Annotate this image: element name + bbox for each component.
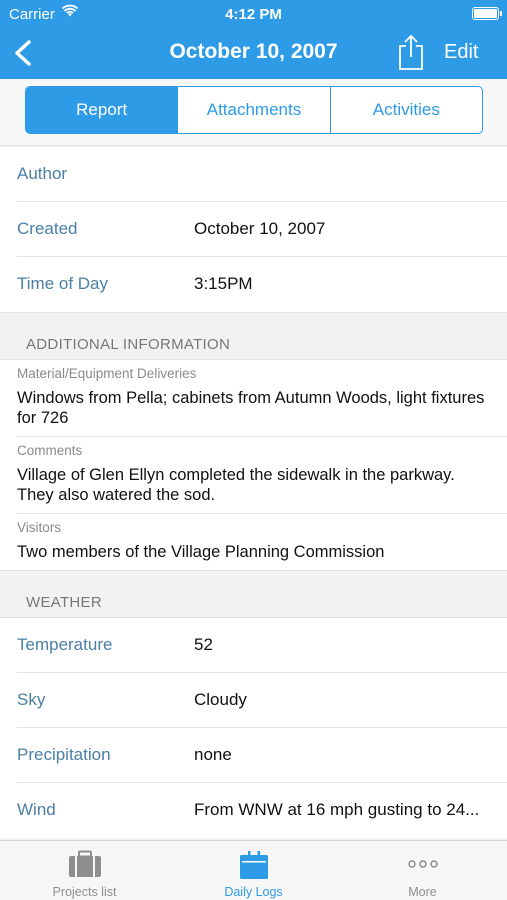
tab-more-label: More	[408, 885, 437, 899]
deliveries-label: Material/Equipment Deliveries	[17, 366, 197, 381]
sky-row: Sky Cloudy	[17, 673, 507, 728]
temperature-row: Temperature 52	[17, 618, 507, 673]
tab-attachments[interactable]: Attachments	[177, 87, 329, 133]
time-of-day-row: Time of Day 3:15PM	[17, 257, 507, 312]
report-content[interactable]: Author Created October 10, 2007 Time of …	[0, 147, 507, 840]
segmented-control: Report Attachments Activities	[25, 86, 483, 134]
section-header-weather: WEATHER	[0, 570, 507, 618]
precipitation-value: none	[194, 745, 232, 764]
report-fields: Author Created October 10, 2007 Time of …	[0, 147, 507, 312]
visitors-text: Two members of the Village Planning Comm…	[17, 543, 385, 561]
visitors-label: Visitors	[17, 520, 62, 535]
page-title: October 10, 2007	[169, 40, 338, 63]
status-bar: Carrier 4:12 PM	[0, 0, 507, 28]
battery-icon	[472, 7, 502, 20]
more-dots-icon	[407, 860, 438, 868]
comments-note: Comments Village of Glen Ellyn completed…	[17, 437, 507, 514]
tab-report[interactable]: Report	[26, 87, 178, 133]
visitors-note: Visitors Two members of the Village Plan…	[17, 514, 507, 570]
wind-label: Wind	[17, 800, 56, 819]
tab-more[interactable]: More	[338, 841, 507, 900]
tab-projects-list[interactable]: Projects list	[0, 841, 169, 900]
share-icon[interactable]	[395, 33, 427, 71]
precipitation-label: Precipitation	[17, 745, 111, 764]
tab-daily-logs[interactable]: Daily Logs	[169, 841, 338, 900]
clock: 4:12 PM	[225, 6, 282, 23]
comments-label: Comments	[17, 443, 83, 458]
wind-value: From WNW at 16 mph gusting to 24...	[194, 800, 480, 819]
temperature-value: 52	[194, 635, 213, 654]
wind-row: Wind From WNW at 16 mph gusting to 24...	[17, 783, 507, 838]
comments-text: Village of Glen Ellyn completed the side…	[17, 466, 455, 504]
briefcase-icon	[68, 850, 101, 877]
chevron-left-icon[interactable]	[8, 36, 40, 70]
created-label: Created	[17, 219, 78, 238]
time-of-day-value: 3:15PM	[194, 274, 253, 293]
section-header-additional: ADDITIONAL INFORMATION	[0, 312, 507, 360]
edit-button[interactable]: Edit	[444, 41, 478, 64]
created-row: Created October 10, 2007	[17, 202, 507, 257]
tab-bar: Projects list Daily Logs More	[0, 840, 507, 900]
additional-info: Material/Equipment Deliveries Windows fr…	[0, 360, 507, 570]
author-label: Author	[17, 164, 68, 183]
sky-value: Cloudy	[194, 690, 247, 709]
tab-projects-list-label: Projects list	[52, 885, 117, 899]
author-row: Author	[17, 147, 507, 202]
segment-bar: Report Attachments Activities	[0, 79, 507, 146]
deliveries-note: Material/Equipment Deliveries Windows fr…	[17, 360, 507, 437]
weather-fields: Temperature 52 Sky Cloudy Precipitation …	[0, 618, 507, 838]
temperature-label: Temperature	[17, 635, 113, 654]
deliveries-text: Windows from Pella; cabinets from Autumn…	[17, 389, 485, 427]
tab-activities[interactable]: Activities	[329, 87, 482, 133]
additional-header-label: ADDITIONAL INFORMATION	[26, 336, 231, 353]
tab-daily-logs-label: Daily Logs	[224, 885, 283, 899]
created-value: October 10, 2007	[194, 219, 326, 238]
calendar-icon	[239, 851, 268, 879]
precipitation-row: Precipitation none	[17, 728, 507, 783]
sky-label: Sky	[17, 690, 46, 709]
weather-header-label: WEATHER	[26, 594, 102, 611]
time-of-day-label: Time of Day	[17, 274, 109, 293]
navigation-bar: Carrier 4:12 PM October 10, 2007 Edit	[0, 0, 507, 79]
